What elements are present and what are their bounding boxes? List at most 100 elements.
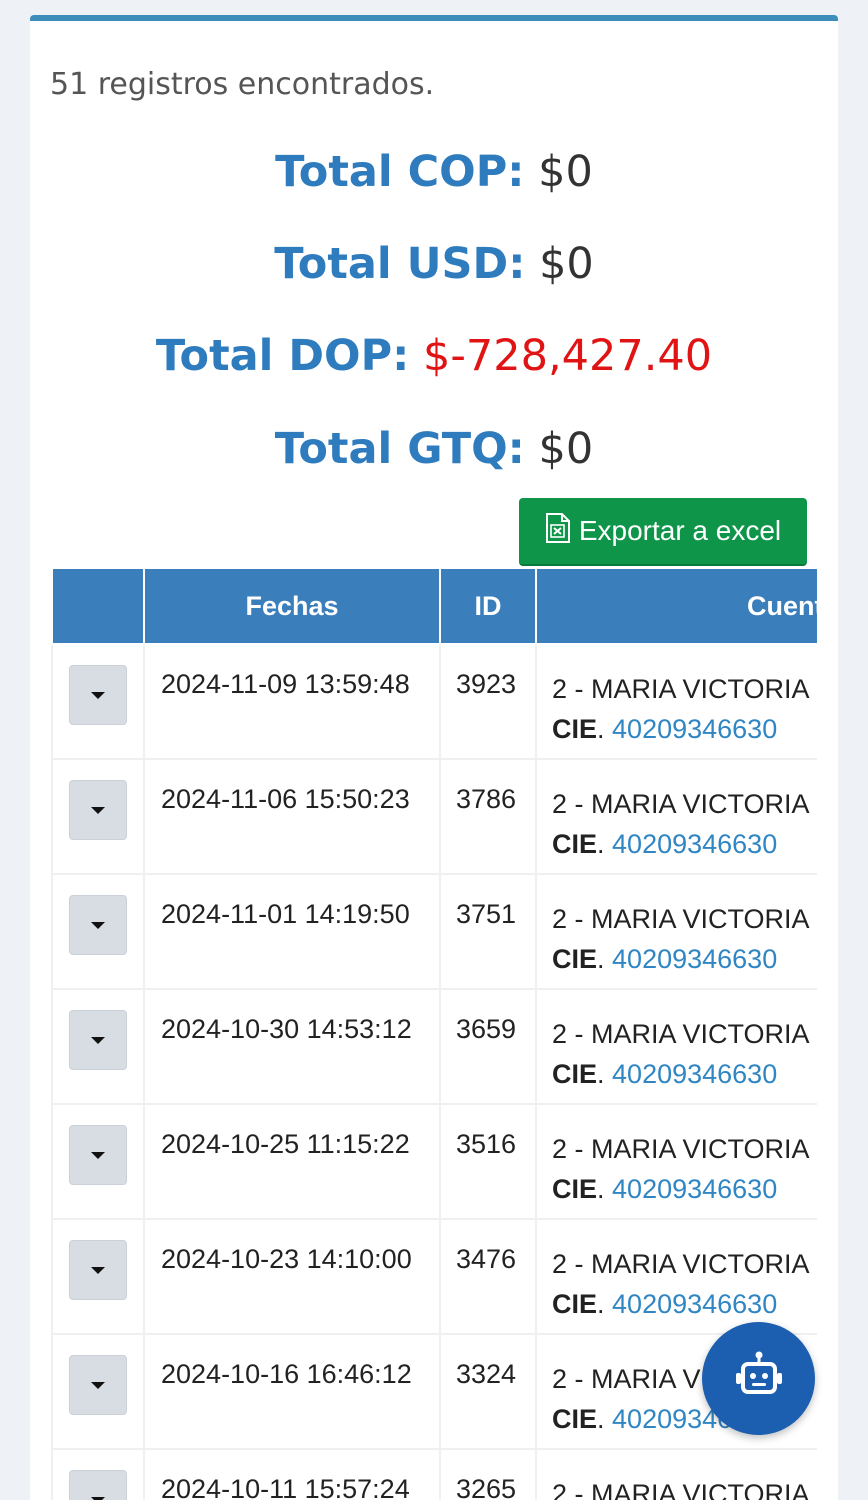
- row-toggle-cell: [51, 1103, 145, 1220]
- row-toggle-cell: [51, 873, 145, 990]
- table-row: 2024-10-25 11:15:22 3516 2 - MARIA VICTORI…: [51, 1103, 817, 1220]
- table-row: 2024-11-09 13:59:48 3923 2 - MARIA VICTORI…: [51, 643, 817, 760]
- row-id: 3751: [439, 873, 537, 990]
- row-expand-button[interactable]: [69, 1010, 127, 1070]
- column-header-cuenta[interactable]: Cuenta: [535, 567, 817, 645]
- row-cuenta: 2 - MARIA VICTORIACIE. 40209346630: [535, 643, 817, 760]
- cie-link[interactable]: 40209346630: [612, 1289, 777, 1319]
- row-fecha: 2024-10-11 15:57:24: [143, 1448, 441, 1500]
- table-row: 2024-10-23 14:10:00 3476 2 - MARIA VICTORI…: [51, 1218, 817, 1335]
- cie-label: CIE: [552, 1289, 598, 1319]
- records-table: Fechas ID Cuenta 2024-11-09 13:59:483923…: [51, 567, 817, 1500]
- cie-label: CIE: [552, 1404, 598, 1434]
- row-expand-button[interactable]: [69, 1240, 127, 1300]
- row-cuenta: 2 - MARIA VICTORIA CIE. 40209346630: [535, 1103, 817, 1220]
- total-gtq: Total GTQ: $0: [30, 424, 838, 474]
- results-count: 51 registros encontrados.: [50, 67, 435, 102]
- total-gtq-label: Total GTQ:: [274, 424, 525, 474]
- column-header-toggle: [51, 567, 145, 645]
- column-header-id[interactable]: ID: [439, 567, 537, 645]
- cie-link[interactable]: 40209346630: [612, 829, 777, 859]
- row-cie: CIE. 40209346630: [552, 829, 778, 859]
- table-row: 2024-10-30 14:53:12 3659 2 - MARIA VICTORI…: [51, 988, 817, 1105]
- row-id: 3659: [439, 988, 537, 1105]
- total-gtq-value: $0: [538, 424, 594, 474]
- results-card: 51 registros encontrados. Total COP: $0 …: [30, 15, 838, 1500]
- row-cie: CIE. 40209346630: [552, 944, 778, 974]
- row-cuenta: 2 - MARIA VICTORIACIE. 40209346630: [535, 1448, 817, 1500]
- caret-down-icon: [91, 691, 105, 699]
- row-id: 3516: [439, 1103, 537, 1220]
- cie-link[interactable]: 40209346630: [612, 944, 777, 974]
- row-fecha: 2024-11-01 14:19:50: [143, 873, 441, 990]
- cie-link[interactable]: 40209346630: [612, 1174, 777, 1204]
- row-expand-button[interactable]: [69, 665, 127, 725]
- row-toggle-cell: [51, 988, 145, 1105]
- row-id: 3265: [439, 1448, 537, 1500]
- row-id: 3786: [439, 758, 537, 875]
- row-expand-button[interactable]: [69, 780, 127, 840]
- row-cuenta-name: 2 - MARIA VICTORIA: [552, 1249, 810, 1279]
- row-id: 3923: [439, 643, 537, 760]
- cie-link[interactable]: 40209346630: [612, 714, 777, 744]
- row-cuenta: 2 - MARIA VICTORIA CIE. 40209346630: [535, 758, 817, 875]
- export-excel-label: Exportar a excel: [578, 515, 782, 546]
- total-usd: Total USD: $0: [30, 239, 838, 289]
- row-id: 3476: [439, 1218, 537, 1335]
- table-row: 2024-10-11 15:57:24 3265 2 - MARIA VICTORI…: [51, 1448, 817, 1500]
- caret-down-icon: [91, 1151, 105, 1159]
- row-cie: CIE. 40209346630: [552, 1174, 778, 1204]
- row-fecha: 2024-10-23 14:10:00: [143, 1218, 441, 1335]
- row-toggle-cell: [51, 1333, 145, 1450]
- cie-label: CIE: [552, 1174, 598, 1204]
- total-usd-value: $0: [539, 239, 594, 289]
- cie-label: CIE: [552, 714, 598, 744]
- caret-down-icon: [91, 921, 105, 929]
- cie-label: CIE: [552, 944, 598, 974]
- row-fecha: 2024-10-30 14:53:12: [143, 988, 441, 1105]
- chatbot-button[interactable]: [702, 1322, 815, 1435]
- table-row: 2024-11-01 14:19:50 3751 2 - MARIA VICTORI…: [51, 873, 817, 990]
- export-excel-button[interactable]: Exportar a excel: [519, 498, 807, 566]
- cie-link[interactable]: 40209346630: [612, 1059, 777, 1089]
- row-expand-button[interactable]: [69, 1355, 127, 1415]
- table-header-row: Fechas ID Cuenta: [51, 567, 817, 645]
- total-dop-value: $-728,427.40: [423, 331, 713, 381]
- row-expand-button[interactable]: [69, 1470, 127, 1500]
- table-row: 2024-10-16 16:46:12 3324 2 - MARIA VICTORI…: [51, 1333, 817, 1450]
- caret-down-icon: [91, 806, 105, 814]
- row-expand-button[interactable]: [69, 1125, 127, 1185]
- row-cuenta-name: 2 - MARIA VICTORIA: [552, 1479, 810, 1500]
- row-toggle-cell: [51, 1218, 145, 1335]
- row-cie: CIE. 40209346630: [552, 1059, 778, 1089]
- robot-icon: [732, 1349, 786, 1408]
- total-dop: Total DOP: $-728,427.40: [30, 331, 838, 381]
- row-toggle-cell: [51, 1448, 145, 1500]
- excel-file-icon: [545, 512, 571, 550]
- row-cuenta-name: 2 - MARIA VICTORIA: [552, 904, 810, 934]
- caret-down-icon: [91, 1496, 105, 1500]
- caret-down-icon: [91, 1036, 105, 1044]
- row-cie: CIE. 40209346630: [552, 1289, 778, 1319]
- row-fecha: 2024-11-09 13:59:48: [143, 643, 441, 760]
- cie-label: CIE: [552, 829, 598, 859]
- total-cop-value: $0: [538, 147, 593, 197]
- row-cuenta: 2 - MARIA VICTORIA CIE. 40209346630: [535, 873, 817, 990]
- row-fecha: 2024-11-06 15:50:23: [143, 758, 441, 875]
- row-id: 3324: [439, 1333, 537, 1450]
- row-cuenta-name: 2 - MARIA VICTORIA: [552, 1019, 810, 1049]
- row-cuenta-name: 2 - MARIA VICTORIA: [552, 674, 810, 704]
- cie-label: CIE: [552, 1059, 598, 1089]
- row-expand-button[interactable]: [69, 895, 127, 955]
- table-row: 2024-11-06 15:50:23 3786 2 - MARIA VICTORI…: [51, 758, 817, 875]
- total-dop-label: Total DOP:: [155, 331, 410, 381]
- row-cuenta-name: 2 - MARIA VICTORIA: [552, 789, 810, 819]
- total-usd-label: Total USD:: [274, 239, 526, 289]
- row-fecha: 2024-10-25 11:15:22: [143, 1103, 441, 1220]
- column-header-fechas[interactable]: Fechas: [143, 567, 441, 645]
- row-toggle-cell: [51, 643, 145, 760]
- row-cuenta-name: 2 - MARIA VICTORIA: [552, 1134, 810, 1164]
- total-cop-label: Total COP:: [275, 147, 525, 197]
- row-cuenta: 2 - MARIA VICTORIA CIE. 40209346630: [535, 1218, 817, 1335]
- total-cop: Total COP: $0: [30, 147, 838, 197]
